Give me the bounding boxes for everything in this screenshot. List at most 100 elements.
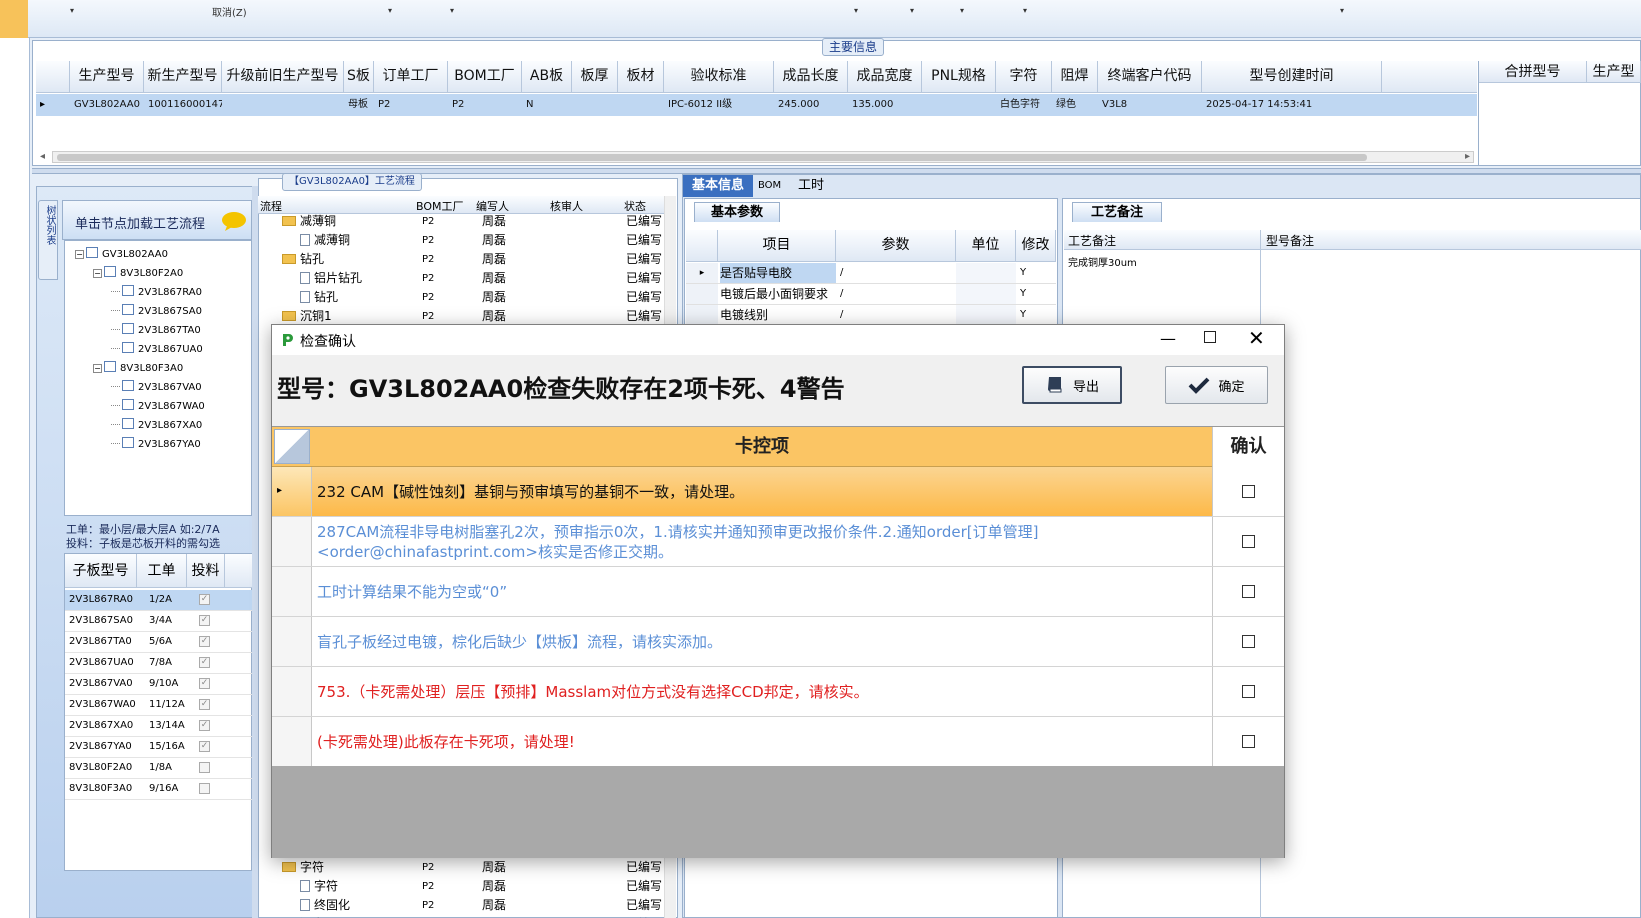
grid-cell[interactable] xyxy=(922,94,996,116)
column-header-merge-model[interactable]: 合拼型号 xyxy=(1479,61,1587,83)
dropdown-arrow-icon[interactable]: ▾ xyxy=(1023,6,1033,16)
tree-node[interactable]: 2V3L867YA0 xyxy=(111,435,201,454)
checkbox-icon[interactable] xyxy=(122,418,134,429)
dropdown-arrow-icon[interactable]: ▾ xyxy=(854,6,864,16)
confirm-checkbox[interactable] xyxy=(1242,685,1255,698)
table-row[interactable]: 2V3L867RA0 1/2A ✓ xyxy=(65,590,253,611)
checkbox-icon[interactable] xyxy=(104,361,116,372)
grid-cell[interactable] xyxy=(618,94,664,116)
tab-bom[interactable]: BOM xyxy=(758,178,781,194)
column-header-model-remark[interactable]: 型号备注 xyxy=(1266,232,1314,249)
tree-node[interactable]: 2V3L867VA0 xyxy=(111,378,202,397)
feed-checkbox[interactable]: ✓ xyxy=(199,636,210,647)
param-value[interactable]: / xyxy=(840,284,843,304)
checkbox-icon[interactable] xyxy=(122,323,134,334)
cancel-menu-item[interactable]: 取消(Z) xyxy=(212,4,247,19)
grid-cell[interactable]: 10011600014751 xyxy=(144,94,222,116)
process-row[interactable]: 字符 P2 周磊 已编写 xyxy=(260,858,664,877)
column-header-unit[interactable]: 单位 xyxy=(956,230,1016,262)
feed-checkbox[interactable]: ✓ xyxy=(199,699,210,710)
tree-node[interactable]: −8V3L80F3A0 xyxy=(93,359,183,378)
column-header[interactable]: S板 xyxy=(344,61,374,93)
column-header[interactable]: 升级前旧生产型号 xyxy=(222,61,344,93)
check-item-row[interactable]: 工时计算结果不能为空或“0” xyxy=(272,567,1284,617)
grid-cell[interactable]: 135.000 xyxy=(848,94,922,116)
feed-checkbox[interactable] xyxy=(199,762,210,773)
param-row[interactable]: 电镀线别 / Y xyxy=(686,305,1056,326)
param-unit[interactable] xyxy=(956,305,1016,325)
tree-node[interactable]: 2V3L867TA0 xyxy=(111,321,201,340)
tree-node[interactable]: −8V3L80F2A0 xyxy=(93,264,183,283)
grid-cell[interactable] xyxy=(572,94,618,116)
process-row[interactable]: 减薄铜 P2 周磊 已编写 xyxy=(260,231,664,250)
checkbox-icon[interactable] xyxy=(122,342,134,353)
checkbox-icon[interactable] xyxy=(122,304,134,315)
process-row[interactable]: 铝片钻孔 P2 周磊 已编写 xyxy=(260,269,664,288)
table-row[interactable]: 2V3L867YA0 15/16A ✓ xyxy=(65,737,253,758)
grid-cell[interactable]: 245.000 xyxy=(774,94,848,116)
column-header[interactable]: 验收标准 xyxy=(664,61,774,93)
column-header[interactable]: 生产型号 xyxy=(70,61,144,93)
feed-checkbox[interactable]: ✓ xyxy=(199,615,210,626)
checkbox-icon[interactable] xyxy=(122,399,134,410)
grid-corner[interactable] xyxy=(686,230,718,262)
grid-cell[interactable]: GV3L802AA0 xyxy=(70,94,144,116)
confirm-checkbox[interactable] xyxy=(1242,735,1255,748)
check-item-row[interactable]: 盲孔子板经过电镀，棕化后缺少【烘板】流程，请核实添加。 xyxy=(272,617,1284,667)
grid-cell[interactable]: N xyxy=(522,94,572,116)
param-row[interactable]: ▸ 是否贴导电胶 / Y xyxy=(686,263,1056,284)
table-row[interactable]: 2V3L867VA0 9/10A ✓ xyxy=(65,674,253,695)
confirm-checkbox[interactable] xyxy=(1242,585,1255,598)
dropdown-arrow-icon[interactable]: ▾ xyxy=(910,6,920,16)
column-header-item[interactable]: 项目 xyxy=(718,230,836,262)
process-row[interactable]: 钻孔 P2 周磊 已编写 xyxy=(260,250,664,269)
column-header[interactable]: AB板 xyxy=(522,61,572,93)
vertical-tab[interactable]: 树状列表 xyxy=(38,200,58,280)
feed-checkbox[interactable]: ✓ xyxy=(199,678,210,689)
row-header[interactable] xyxy=(272,517,312,566)
feed-checkbox[interactable]: ✓ xyxy=(199,741,210,752)
column-header-order[interactable]: 工单 xyxy=(137,554,187,588)
dropdown-arrow-icon[interactable]: ▾ xyxy=(70,6,80,16)
tree-node[interactable]: 2V3L867WA0 xyxy=(111,397,205,416)
grid-cell[interactable]: 绿色 xyxy=(1052,94,1098,116)
grid-cell[interactable]: V3L8 xyxy=(1098,94,1202,116)
checkbox-icon[interactable] xyxy=(86,247,98,258)
table-row[interactable]: 2V3L867TA0 5/6A ✓ xyxy=(65,632,253,653)
close-icon[interactable]: ✕ xyxy=(1248,326,1265,350)
check-item-row[interactable]: (卡死需处理)此板存在卡死项，请处理! xyxy=(272,717,1284,767)
confirm-checkbox[interactable] xyxy=(1242,535,1255,548)
column-header[interactable]: 成品长度 xyxy=(774,61,848,93)
column-header-control-item[interactable]: 卡控项 xyxy=(312,427,1212,467)
checkbox-icon[interactable] xyxy=(104,266,116,277)
grid-cell[interactable]: 白色字符 xyxy=(996,94,1052,116)
tree-node[interactable]: 2V3L867XA0 xyxy=(111,416,202,435)
tree-node[interactable]: 2V3L867RA0 xyxy=(111,283,202,302)
param-row[interactable]: 电镀后最小面铜要求 / Y xyxy=(686,284,1056,305)
table-row[interactable]: 8V3L80F2A0 1/8A xyxy=(65,758,253,779)
row-header[interactable]: ▸ xyxy=(272,467,312,516)
grid-cell[interactable] xyxy=(222,94,344,116)
column-header-param[interactable]: 参数 xyxy=(836,230,956,262)
column-header[interactable]: BOM工厂 xyxy=(448,61,522,93)
feed-checkbox[interactable]: ✓ xyxy=(199,594,210,605)
check-item-row[interactable]: ▸ 232 CAM【碱性蚀刻】基铜与预审填写的基铜不一致，请处理。 xyxy=(272,467,1284,517)
dropdown-arrow-icon[interactable]: ▾ xyxy=(388,6,398,16)
column-header[interactable]: 字符 xyxy=(996,61,1052,93)
process-row[interactable]: 终固化 P2 周磊 已编写 xyxy=(260,896,664,915)
column-header-sub-model[interactable]: 子板型号 xyxy=(65,554,137,588)
column-header-process-remark[interactable]: 工艺备注 xyxy=(1068,232,1116,249)
column-header-confirm[interactable]: 确认 xyxy=(1212,427,1284,467)
column-header[interactable]: 阻焊 xyxy=(1052,61,1098,93)
param-unit[interactable] xyxy=(956,263,1016,283)
column-header[interactable]: PNL规格 xyxy=(922,61,996,93)
checkbox-icon[interactable] xyxy=(122,285,134,296)
column-header[interactable]: 终端客户代码 xyxy=(1098,61,1202,93)
param-unit[interactable] xyxy=(956,284,1016,304)
column-header[interactable]: 成品宽度 xyxy=(848,61,922,93)
checkbox-icon[interactable] xyxy=(122,380,134,391)
dropdown-arrow-icon[interactable]: ▾ xyxy=(1340,6,1350,16)
confirm-checkbox[interactable] xyxy=(1242,635,1255,648)
grid-corner[interactable] xyxy=(274,429,310,464)
table-row[interactable]: 8V3L80F3A0 9/16A xyxy=(65,779,253,800)
